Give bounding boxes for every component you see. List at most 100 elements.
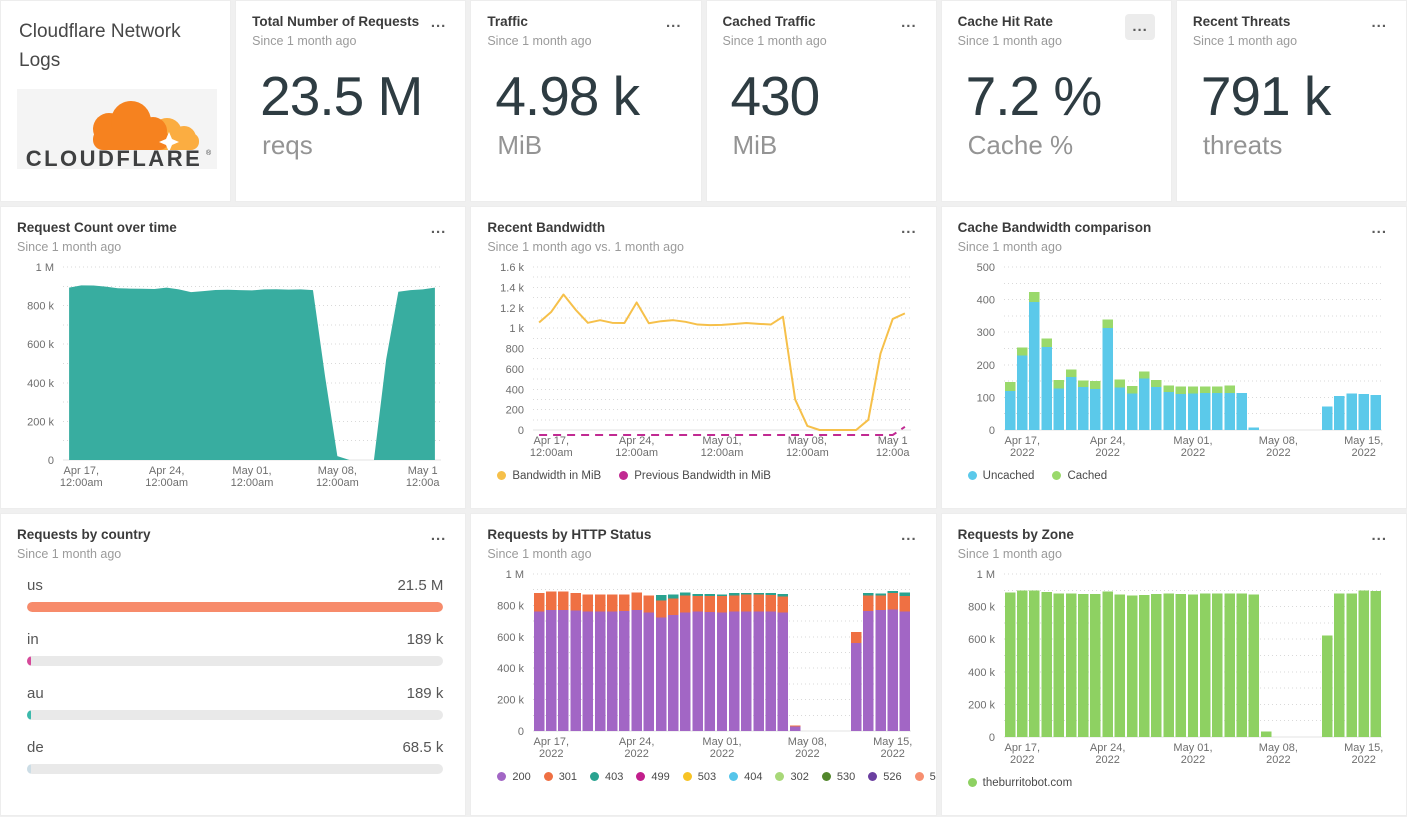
recent-bandwidth-panel: Recent Bandwidth Since 1 month ago vs. 1…	[470, 206, 937, 509]
panel-title: Traffic	[487, 14, 528, 29]
legend-item[interactable]: 499	[636, 770, 670, 783]
cache_bandwidth-plot: 0 100 200 300 400 500 Apr 17, 2022 Apr 24, 2022 Ma…	[976, 262, 1383, 459]
legend-dot-icon	[497, 471, 507, 481]
logo-wordmark: CLOUDFLARE	[26, 146, 203, 169]
legend-item[interactable]: Uncached	[967, 469, 1035, 482]
svg-text:May 15,2022: May 15, 2022	[1344, 435, 1383, 459]
svg-text:400 k: 400 k	[497, 663, 524, 675]
cloudflare-logo-svg: CLOUDFLARE ®	[26, 101, 212, 169]
stat-unit: reqs	[262, 129, 313, 160]
country-row: in 189 k	[27, 630, 444, 666]
svg-text:800 k: 800 k	[497, 600, 524, 612]
legend-item[interactable]: 404	[729, 771, 762, 783]
panel-subtitle: Since 1 month ago	[957, 33, 1062, 48]
svg-text:800: 800	[506, 343, 524, 355]
svg-text:1.2 k: 1.2 k	[500, 303, 524, 315]
svg-text:600 k: 600 k	[497, 632, 524, 644]
cache-bandwidth-chart[interactable]: 0 100 200 300 400 500 Apr 17, 2022 Apr 24, 2022 Ma…	[958, 258, 1390, 464]
stat-panel-cache-hit-rate: Cache Hit Rate Since 1 month ago ... 7.2…	[940, 0, 1172, 202]
stat-panel-recent-threats: Recent Threats Since 1 month ago ... 791…	[1175, 0, 1407, 202]
recent-bandwidth-chart[interactable]: 0 200 400 600 800 1 k 1.2 k 1.4 k 1.6 k Apr 17, 12…	[487, 258, 919, 464]
country-bar-fill	[27, 655, 32, 666]
svg-text:400: 400	[506, 384, 524, 396]
requests_by_http_status-plot: 0 200 k 400 k 600 k 800 k 1 M Apr 17, 2022 Apr 2…	[497, 569, 912, 760]
legend-item[interactable]: 200	[497, 770, 531, 783]
legend-item[interactable]: Cached	[1052, 470, 1107, 482]
legend-label: 503	[697, 770, 717, 783]
legend-item[interactable]: 302	[775, 771, 809, 783]
stat-panel-traffic: Traffic Since 1 month ago ... 4.98 k MiB	[470, 0, 702, 202]
stat-value: 23.5 M	[260, 64, 423, 127]
request-count-chart[interactable]: 0 200 k 400 k 600 k 800 k 1 M Apr 17, 12:00am Ap…	[17, 258, 449, 494]
legend-label: 200	[512, 770, 531, 783]
svg-text:200 k: 200 k	[968, 699, 995, 711]
country-bar-fill	[27, 763, 31, 774]
legend-label: 530	[836, 770, 856, 783]
panel-menu-icon[interactable]: ...	[428, 14, 450, 32]
svg-text:200 k: 200 k	[27, 416, 54, 428]
legend-label: Cached	[1067, 469, 1108, 482]
panel-menu-icon[interactable]: ...	[1368, 527, 1390, 545]
svg-text:1 M: 1 M	[976, 569, 994, 581]
svg-text:200 k: 200 k	[497, 694, 524, 706]
panel-menu-icon[interactable]: ...	[898, 220, 920, 238]
legend-item[interactable]: 524	[914, 771, 936, 783]
panel-subtitle: Since 1 month ago	[487, 546, 592, 561]
svg-text:0: 0	[518, 726, 524, 738]
legend-item[interactable]: Previous Bandwidth in MiB	[619, 470, 771, 482]
legend-label: 499	[651, 770, 670, 783]
panel-subtitle: Since 1 month ago	[957, 239, 1062, 254]
http-status-legend: 200 301 403 499 503 404 302 530 526 524	[497, 770, 936, 783]
country-bar-track	[27, 601, 444, 612]
panel-menu-icon[interactable]: ...	[428, 527, 450, 545]
legend-item[interactable]: theburritobot.com	[967, 777, 1072, 789]
legend-item[interactable]: 301	[543, 771, 577, 783]
svg-text:May 08,12:00am: May 08, 12:00am	[316, 465, 359, 489]
svg-text:400 k: 400 k	[27, 378, 54, 390]
brand-panel: Cloudflare Network Logs CLOUDFLARE ®	[0, 0, 232, 202]
legend-label: Uncached	[982, 469, 1035, 482]
legend-dot-icon	[543, 772, 553, 782]
panel-menu-icon[interactable]: ...	[1125, 14, 1155, 40]
legend-label: 403	[605, 770, 624, 783]
svg-text:100: 100	[976, 392, 994, 404]
panel-menu-icon[interactable]: ...	[663, 14, 685, 32]
panel-title: Requests by HTTP Status	[487, 527, 652, 542]
svg-text:500: 500	[976, 262, 994, 274]
stat-value: 791 k	[1200, 64, 1332, 127]
legend-item[interactable]: 530	[821, 770, 856, 783]
requests-by-http-status-panel: Requests by HTTP Status Since 1 month ag…	[470, 513, 937, 816]
svg-text:Apr 24,2022: Apr 24, 2022	[1090, 742, 1125, 766]
svg-text:May 01,12:00am: May 01, 12:00am	[231, 465, 274, 489]
legend-dot-icon	[729, 772, 739, 782]
legend-item[interactable]: Bandwidth in MiB	[497, 470, 601, 482]
requests-by-http-status-chart[interactable]: 0 200 k 400 k 600 k 800 k 1 M Apr 17, 2022 Apr 2…	[487, 565, 919, 765]
svg-text:0: 0	[48, 455, 54, 467]
stat-value: 7.2 %	[965, 64, 1103, 127]
panel-menu-icon[interactable]: ...	[1368, 220, 1390, 238]
panel-menu-icon[interactable]: ...	[898, 527, 920, 545]
recent_bandwidth-plot: 0 200 400 600 800 1 k 1.2 k 1.4 k 1.6 k Apr 17, 12…	[500, 262, 912, 459]
panel-title: Recent Threats	[1192, 14, 1291, 29]
stat-unit: Cache %	[967, 129, 1074, 160]
svg-text:May 15,2022: May 15, 2022	[1344, 742, 1383, 766]
legend-item[interactable]: 503	[682, 770, 717, 783]
stat-panel-cached-traffic: Cached Traffic Since 1 month ago ... 430…	[705, 0, 937, 202]
cache-bandwidth-panel: Cache Bandwidth comparison Since 1 month…	[940, 206, 1407, 509]
panel-menu-icon[interactable]: ...	[898, 14, 920, 32]
requests-by-zone-chart[interactable]: 0 200 k 400 k 600 k 800 k 1 M Apr 17, 2022 Apr 2…	[958, 565, 1390, 771]
panel-title: Cache Bandwidth comparison	[957, 220, 1152, 235]
panel-title: Cached Traffic	[722, 14, 816, 29]
country-label: in	[27, 630, 39, 648]
legend-label: Bandwidth in MiB	[512, 469, 602, 482]
legend-item[interactable]: 403	[590, 771, 623, 783]
legend-item[interactable]: 526	[868, 771, 902, 783]
svg-text:400 k: 400 k	[968, 667, 995, 679]
stat-value: 4.98 k	[495, 64, 640, 127]
panel-menu-icon[interactable]: ...	[1368, 14, 1390, 32]
svg-text:1.6 k: 1.6 k	[500, 262, 524, 274]
panel-subtitle: Since 1 month ago	[17, 239, 122, 254]
svg-text:600: 600	[506, 364, 524, 376]
panel-menu-icon[interactable]: ...	[428, 220, 450, 238]
svg-text:May 01,2022: May 01, 2022	[1173, 435, 1212, 459]
